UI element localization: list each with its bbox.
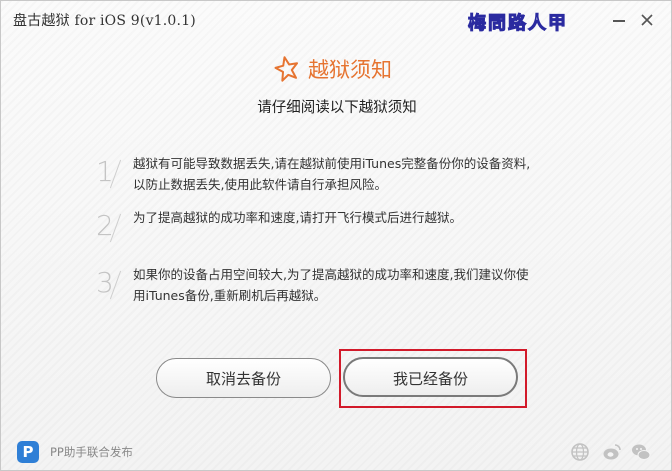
chat-icon[interactable] [631,442,651,462]
item-text-line: 为了提高越狱的成功率和速度,请打开飞行模式后进行越狱。 [133,210,462,225]
star-icon [274,56,299,82]
notice-heading-row: 越狱须知 [272,53,392,85]
weibo-icon[interactable] [602,442,622,462]
footer-text: PP助手联合发布 [50,445,133,459]
footer: P PP助手联合发布 [1,433,671,470]
close-icon [641,14,653,26]
cancel-backup-button[interactable]: 取消去备份 [156,358,331,398]
window-title: 盘古越狱 for iOS 9(v1.0.1) [13,13,196,29]
close-button[interactable] [638,11,656,29]
item-text-line: 以防止数据丢失,使用此软件请自行承担风险。 [133,177,387,192]
watermark: 梅問路人甲 [468,13,568,35]
notice-title: 越狱须知 [308,58,392,82]
app-window: 盘古越狱 for iOS 9(v1.0.1) 梅問路人甲 越狱须知 请仔细阅读以… [0,0,672,471]
item-text-line: 越狱有可能导致数据丢失,请在越狱前使用iTunes完整备份你的设备资料, [133,156,531,171]
already-backed-up-button[interactable]: 我已经备份 [343,357,518,397]
pp-logo-icon: P [17,441,39,463]
notice-subtitle: 请仔细阅读以下越狱须知 [257,100,417,116]
globe-icon[interactable] [570,442,590,462]
minimize-button[interactable] [610,11,628,29]
item-text-line: 用iTunes备份,重新刷机后再越狱。 [133,288,327,303]
title-bar[interactable]: 盘古越狱 for iOS 9(v1.0.1) 梅問路人甲 [1,1,671,39]
item-text-line: 如果你的设备占用空间较大,为了提高越狱的成功率和速度,我们建议你使 [133,267,529,282]
